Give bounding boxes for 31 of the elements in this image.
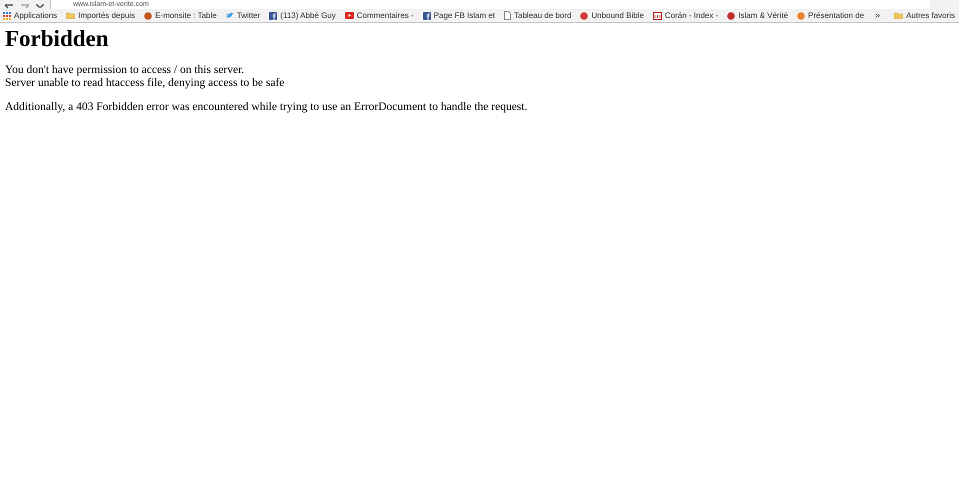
- bookmark-link[interactable]: Applications: [14, 10, 58, 22]
- bookmark-link[interactable]: Tableau de bord: [514, 10, 572, 22]
- bookmark-link[interactable]: Présentation de: [808, 10, 864, 22]
- bookmark-link[interactable]: Autres favoris: [906, 10, 955, 22]
- site-icon: [144, 12, 152, 20]
- more-bookmarks-button[interactable]: »: [875, 8, 880, 22]
- bookmark-link[interactable]: Islam & Vérité: [738, 10, 788, 22]
- folder-icon: [894, 12, 904, 19]
- page-icon: [504, 11, 512, 20]
- bookmark-link[interactable]: Importés depuis: [78, 10, 136, 22]
- error-message: Additionally, a 403 Forbidden error was encountered while trying to use an ErrorDocument to handle the request.: [5, 101, 528, 114]
- error-message: You don't have permission to access / on this server.: [5, 64, 246, 76]
- folder-icon: [66, 12, 76, 19]
- bookmark-link[interactable]: Page FB Islam et: [434, 10, 496, 22]
- page-heading: Forbidden: [5, 25, 110, 53]
- error-message: Server unable to read htaccess file, denying access to be safe: [5, 76, 286, 89]
- site-icon: [797, 12, 806, 20]
- bookmark-link[interactable]: Commentaires -: [356, 10, 414, 22]
- bookmark-link[interactable]: E-monsite : Table: [155, 10, 217, 22]
- apps-grid-icon: [3, 12, 11, 20]
- bookmark-link[interactable]: Twitter: [236, 10, 260, 22]
- bird-icon: [226, 12, 234, 19]
- site-icon: [727, 12, 736, 20]
- site-icon: [580, 12, 588, 20]
- bookmark-link[interactable]: (113) Abbé Guy: [280, 10, 336, 22]
- f-letter-square-icon: [269, 12, 278, 20]
- f-letter-square-icon: [422, 12, 431, 20]
- bookmark-link[interactable]: Unbound Bible: [591, 10, 644, 22]
- bookmark-link[interactable]: Corán - Index -: [664, 10, 718, 22]
- play-icon: [344, 12, 354, 19]
- calendar-icon: [652, 12, 662, 20]
